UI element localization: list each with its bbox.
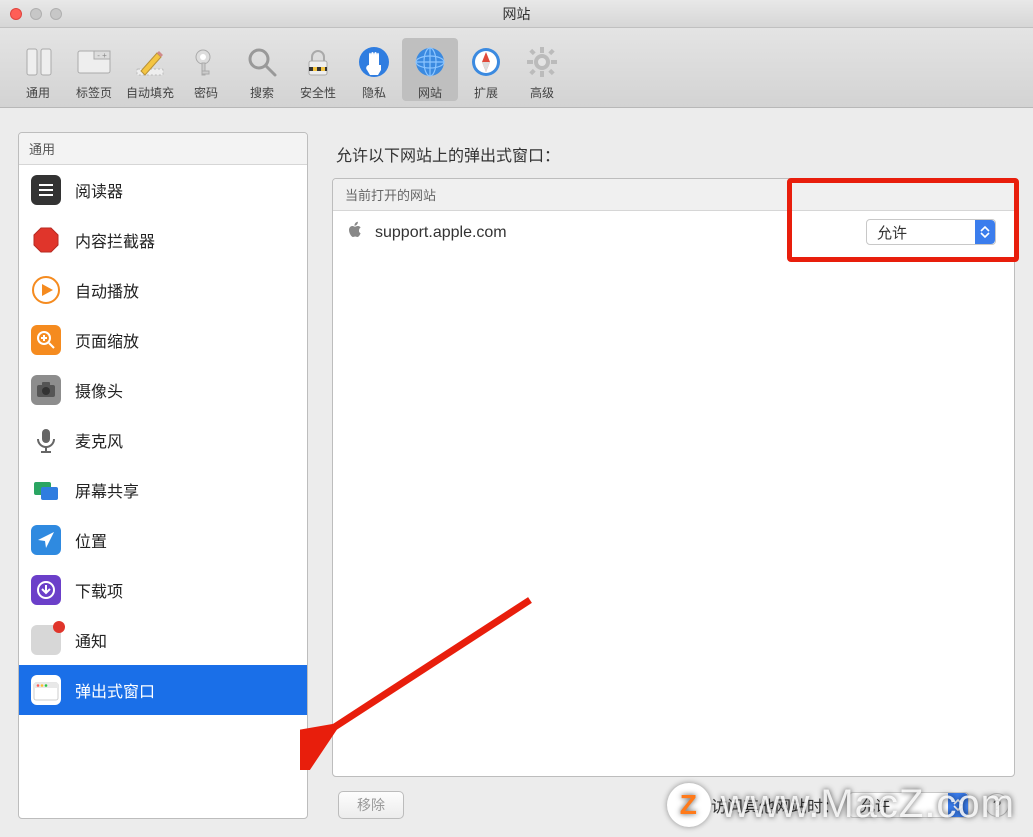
sidebar-item-downloads[interactable]: 下载项 [19,565,307,615]
globe-icon [412,44,448,80]
sidebar-item-popup-windows[interactable]: 弹出式窗口 [19,665,307,715]
sidebar-item-label: 摄像头 [75,378,123,402]
chevron-updown-icon [948,793,968,817]
main-pane: 允许以下网站上的弹出式窗口： 当前打开的网站 support.apple.com… [332,132,1015,819]
footer-permission-dropdown[interactable]: 允许 [849,792,969,818]
sidebar-item-label: 通知 [75,628,107,652]
sidebar-item-label: 麦克风 [75,428,123,452]
toolbar-tab-privacy[interactable]: 隐私 [346,38,402,101]
toolbar-tab-label: 隐私 [362,84,386,101]
sidebar-list: 阅读器 内容拦截器 自动播放 页面缩放 [19,165,307,818]
window-title: 网站 [503,4,531,24]
apple-icon [347,221,363,244]
gear-icon [524,44,560,80]
maximize-button[interactable] [50,8,62,20]
minimize-button[interactable] [30,8,42,20]
download-icon [31,575,61,605]
sidebar-item-page-zoom[interactable]: 页面缩放 [19,315,307,365]
toolbar-tab-websites[interactable]: 网站 [402,38,458,101]
lock-icon [300,44,336,80]
toolbar-tab-label: 通用 [26,84,50,101]
sidebar-item-label: 自动播放 [75,278,139,302]
notification-icon [31,625,61,655]
sidebar-item-location[interactable]: 位置 [19,515,307,565]
sidebar-item-content-blockers[interactable]: 内容拦截器 [19,215,307,265]
toolbar-tab-general[interactable]: 通用 [10,38,66,101]
sidebar-item-microphone[interactable]: 麦克风 [19,415,307,465]
sidebar-item-label: 屏幕共享 [75,478,139,502]
remove-button[interactable]: 移除 [338,791,404,819]
toolbar-tab-advanced[interactable]: 高级 [514,38,570,101]
sidebar-item-reader[interactable]: 阅读器 [19,165,307,215]
dropdown-value: 允许 [877,222,907,243]
screens-icon [31,475,61,505]
key-icon [188,44,224,80]
site-domain: support.apple.com [375,224,507,242]
toolbar-tab-label: 密码 [194,84,218,101]
sidebar-item-label: 位置 [75,528,107,552]
toolbar-tab-label: 扩展 [474,84,498,101]
microphone-icon [31,425,61,455]
dropdown-value: 允许 [860,795,890,816]
sidebar-item-label: 阅读器 [75,178,123,202]
switch-icon [20,44,56,80]
preferences-toolbar: 通用 - + 标签页 自动填充 密码 搜索 安全性 隐私 [0,28,1033,108]
sidebar-item-label: 弹出式窗口 [75,678,155,702]
toolbar-tab-label: 搜索 [250,84,274,101]
titlebar: 网站 [0,0,1033,28]
sidebar-item-label: 页面缩放 [75,328,139,352]
toolbar-tab-passwords[interactable]: 密码 [178,38,234,101]
location-icon [31,525,61,555]
toolbar-tab-label: 安全性 [300,84,336,101]
body-area: 通用 阅读器 内容拦截器 自动播放 [0,108,1033,837]
play-icon [31,275,61,305]
svg-text:- +: - + [97,51,107,60]
popup-icon [31,675,61,705]
toolbar-tab-search[interactable]: 搜索 [234,38,290,101]
bottom-row: 移除 访问其他网站时： 允许 ? [332,777,1015,819]
search-icon [244,44,280,80]
toolbar-tab-label: 网站 [418,84,442,101]
footer-label: 访问其他网站时： [711,793,839,817]
sidebar-item-autoplay[interactable]: 自动播放 [19,265,307,315]
stop-icon [31,225,61,255]
toolbar-tab-label: 自动填充 [126,84,174,101]
toolbar-tab-extensions[interactable]: 扩展 [458,38,514,101]
sidebar-header: 通用 [19,133,307,165]
site-permission-dropdown[interactable]: 允许 [866,219,996,245]
pencil-icon [132,44,168,80]
toolbar-tab-label: 高级 [530,84,554,101]
sidebar-item-screen-sharing[interactable]: 屏幕共享 [19,465,307,515]
close-button[interactable] [10,8,22,20]
footer-controls: 访问其他网站时： 允许 ? [711,792,1009,818]
table-header: 当前打开的网站 [333,179,1014,211]
toolbar-tab-tabs[interactable]: - + 标签页 [66,38,122,101]
main-heading: 允许以下网站上的弹出式窗口： [336,142,1015,166]
window-controls [10,8,62,20]
table-row[interactable]: support.apple.com 允许 [333,211,1014,254]
compass-icon [468,44,504,80]
sidebar-item-label: 内容拦截器 [75,228,155,252]
toolbar-tab-security[interactable]: 安全性 [290,38,346,101]
sidebar-item-notifications[interactable]: 通知 [19,615,307,665]
sidebar-item-camera[interactable]: 摄像头 [19,365,307,415]
chevron-updown-icon [975,220,995,244]
reader-icon [31,175,61,205]
tabs-icon: - + [76,44,112,80]
sidebar: 通用 阅读器 内容拦截器 自动播放 [18,132,308,819]
toolbar-tab-label: 标签页 [76,84,112,101]
help-button[interactable]: ? [985,793,1009,817]
toolbar-tab-autofill[interactable]: 自动填充 [122,38,178,101]
websites-table: 当前打开的网站 support.apple.com 允许 [332,178,1015,777]
zoom-icon [31,325,61,355]
camera-icon [31,375,61,405]
sidebar-item-label: 下载项 [75,578,123,602]
hand-icon [356,44,392,80]
